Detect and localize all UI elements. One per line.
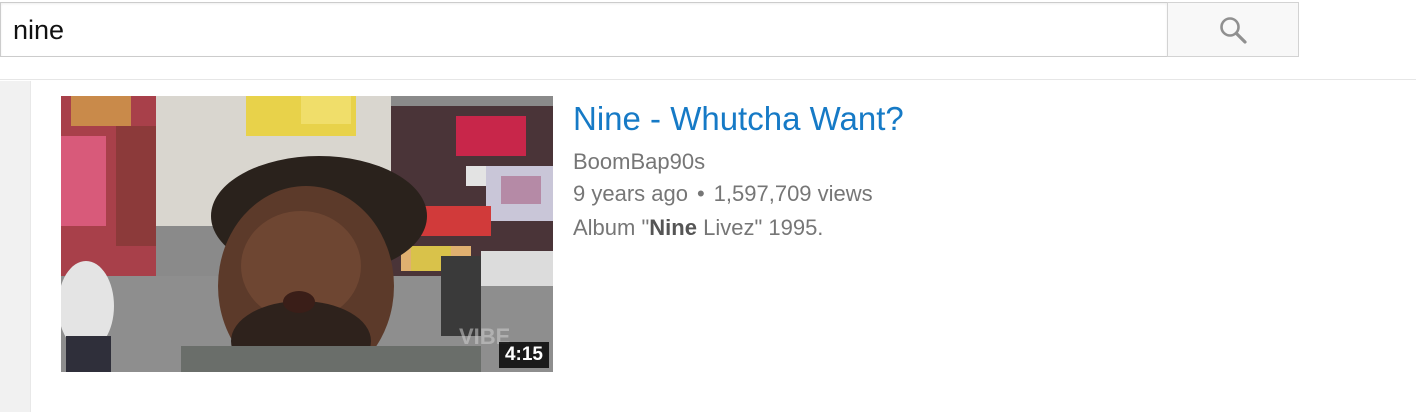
video-result: VIBE 4:15 Nine - Whutcha Want? BoomBap90… — [61, 96, 1401, 372]
thumbnail-image: VIBE — [61, 96, 553, 372]
masthead — [0, 0, 1416, 80]
channel-link[interactable]: BoomBap90s — [573, 146, 1393, 178]
search-icon — [1220, 16, 1247, 44]
search-button[interactable] — [1167, 2, 1299, 57]
search-box — [0, 2, 1167, 57]
video-meta: Nine - Whutcha Want? BoomBap90s 9 years … — [573, 96, 1393, 246]
upload-age: 9 years ago — [573, 181, 688, 206]
video-thumbnail[interactable]: VIBE 4:15 — [61, 96, 553, 372]
description-prefix: Album " — [573, 215, 650, 240]
video-stats: 9 years ago • 1,597,709 views — [573, 178, 1393, 210]
video-title-link[interactable]: Nine - Whutcha Want? — [573, 96, 1393, 142]
description-suffix: Livez" 1995. — [696, 215, 824, 240]
search-input[interactable] — [13, 9, 1153, 51]
guide-rail — [0, 81, 31, 412]
video-description: Album "Nine Livez" 1995. — [573, 210, 1393, 246]
description-highlight: Nine — [649, 215, 697, 240]
view-count: 1,597,709 views — [713, 181, 873, 206]
separator-dot: • — [696, 181, 705, 206]
duration-badge: 4:15 — [498, 342, 549, 368]
